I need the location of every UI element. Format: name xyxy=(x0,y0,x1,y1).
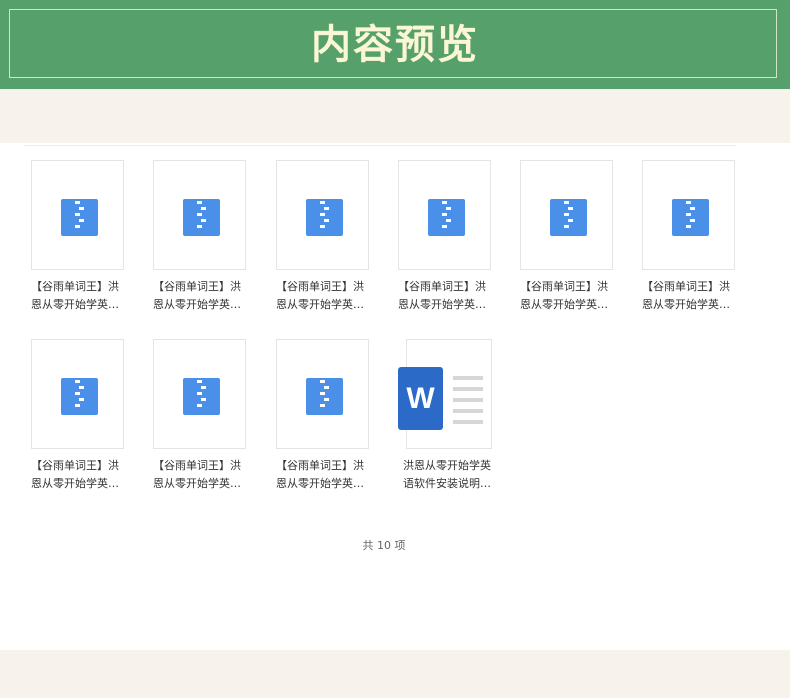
item-count: 共 10 项 xyxy=(362,539,406,552)
zip-icon xyxy=(550,199,587,236)
file-name[interactable]: 【谷雨单词王】洪 恩从零开始学英… xyxy=(276,278,374,314)
document-lines xyxy=(453,376,483,431)
file-name[interactable]: 【谷雨单词王】洪 恩从零开始学英… xyxy=(642,278,740,314)
file-name[interactable]: 【谷雨单词王】洪 恩从零开始学英… xyxy=(153,457,251,493)
file-thumbnail[interactable] xyxy=(642,160,735,270)
file-thumbnail[interactable] xyxy=(153,160,246,270)
zip-icon xyxy=(61,199,98,236)
file-name[interactable]: 【谷雨单词王】洪 恩从零开始学英… xyxy=(276,457,374,493)
zip-icon xyxy=(183,378,220,415)
file-name[interactable]: 【谷雨单词王】洪 恩从零开始学英… xyxy=(31,278,129,314)
zip-icon xyxy=(672,199,709,236)
file-name[interactable]: 【谷雨单词王】洪 恩从零开始学英… xyxy=(31,457,129,493)
zip-icon xyxy=(306,199,343,236)
zip-icon xyxy=(306,378,343,415)
bottom-band xyxy=(0,650,790,698)
file-thumbnail[interactable] xyxy=(153,339,246,449)
file-thumbnail[interactable] xyxy=(276,339,369,449)
file-thumbnail[interactable] xyxy=(520,160,613,270)
word-icon: W xyxy=(398,367,443,430)
file-thumbnail[interactable] xyxy=(276,160,369,270)
file-thumbnail[interactable] xyxy=(31,339,124,449)
zip-icon xyxy=(428,199,465,236)
file-name[interactable]: 【谷雨单词王】洪 恩从零开始学英… xyxy=(520,278,618,314)
zip-icon xyxy=(183,199,220,236)
file-name[interactable]: 洪恩从零开始学英 语软件安装说明… xyxy=(398,457,496,493)
zip-icon xyxy=(61,378,98,415)
file-name[interactable]: 【谷雨单词王】洪 恩从零开始学英… xyxy=(153,278,251,314)
file-grid: 【谷雨单词王】洪 恩从零开始学英… 【谷雨单词王】洪 恩从零开始学英… 【谷雨单词王… xyxy=(0,0,790,520)
file-thumbnail[interactable] xyxy=(31,160,124,270)
file-name[interactable]: 【谷雨单词王】洪 恩从零开始学英… xyxy=(398,278,496,314)
file-thumbnail[interactable] xyxy=(398,160,491,270)
